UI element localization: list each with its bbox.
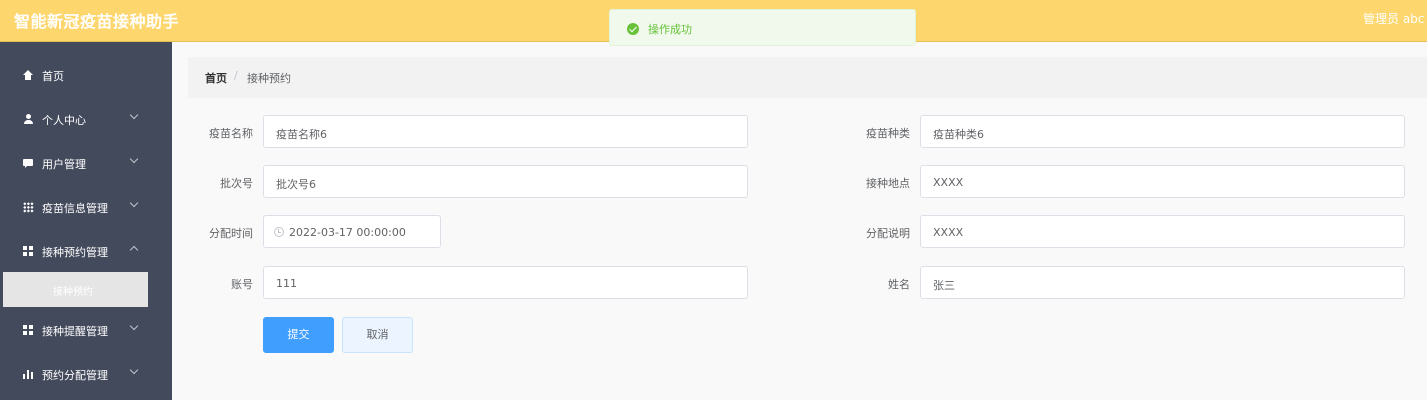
assign-time-picker[interactable]: 2022-03-17 00:00:00 [263,215,441,248]
sidebar-subitem-appointment[interactable]: 接种预约 [3,272,148,307]
chevron-down-icon [129,198,139,208]
vaccine-name-value: 疫苗名称6 [276,128,327,141]
batch-no-value: 批次号6 [276,178,316,191]
breadcrumb-separator: / [234,69,238,82]
sidebar-item-label: 用户管理 [42,158,86,171]
sidebar-item-personal-center[interactable]: 个人中心 [0,97,172,141]
assign-note-label: 分配说明 [866,227,910,240]
toast-message: 操作成功 [648,23,692,36]
sidebar-item-label: 个人中心 [42,114,86,127]
sidebar-item-label: 预约分配管理 [42,369,108,382]
vaccine-type-input[interactable]: 疫苗种类6 [920,115,1405,148]
sidebar-item-user-management[interactable]: 用户管理 [0,141,172,185]
account-value: 111 [276,277,297,290]
account-input[interactable]: 111 [263,266,748,299]
name-input[interactable]: 张三 [920,266,1405,299]
breadcrumb-current: 接种预约 [247,72,291,85]
apps-icon [23,325,34,336]
sidebar-item-vaccine-info[interactable]: 疫苗信息管理 [0,185,172,229]
vaccine-type-label: 疫苗种类 [866,127,910,140]
sidebar-item-appointment-management[interactable]: 接种预约管理 [0,229,172,273]
sidebar-item-label: 疫苗信息管理 [42,202,108,215]
assign-time-label: 分配时间 [209,227,253,240]
name-label: 姓名 [888,278,910,291]
chevron-down-icon [129,154,139,164]
clock-icon [274,227,284,237]
submit-button[interactable]: 提交 [263,317,334,353]
sidebar-item-label: 接种预约管理 [42,246,108,259]
cancel-button[interactable]: 取消 [342,317,413,353]
sidebar-item-home[interactable]: 首页 [0,53,172,97]
user-menu[interactable]: 管理员 abc [1363,10,1424,27]
apps-icon [23,246,34,257]
check-circle-icon [627,23,639,35]
breadcrumb-home[interactable]: 首页 [205,70,227,86]
batch-no-label: 批次号 [220,177,253,190]
breadcrumb: 首页 / 接种预约 [188,57,1427,98]
chevron-down-icon [129,321,139,331]
vaccine-type-value: 疫苗种类6 [933,128,984,141]
sidebar-item-label: 接种提醒管理 [42,325,108,338]
assign-note-input[interactable]: XXXX [920,215,1405,248]
vaccine-name-input[interactable]: 疫苗名称6 [263,115,748,148]
user-icon [23,114,34,125]
location-value: XXXX [933,176,964,189]
location-input[interactable]: XXXX [920,165,1405,198]
assign-time-value: 2022-03-17 00:00:00 [289,226,406,239]
success-toast: 操作成功 [609,9,916,46]
chevron-up-icon [129,245,139,255]
batch-no-input[interactable]: 批次号6 [263,165,748,198]
location-label: 接种地点 [866,177,910,190]
vaccine-name-label: 疫苗名称 [209,127,253,140]
grid-icon [23,202,34,213]
name-value: 张三 [933,279,955,292]
sidebar: 首页 个人中心 用户管理 疫苗信息管理 接种预约管理 接种预约 接种提醒管理 预… [0,42,172,400]
chevron-down-icon [129,365,139,375]
sidebar-subitem-label: 接种预约 [53,287,93,298]
chat-icon [23,158,34,169]
assign-note-value: XXXX [933,226,964,239]
sidebar-item-label: 首页 [42,70,64,83]
chevron-down-icon [129,110,139,120]
sidebar-item-reminder-management[interactable]: 接种提醒管理 [0,308,172,352]
app-title: 智能新冠疫苗接种助手 [14,12,180,31]
sidebar-item-allocation-management[interactable]: 预约分配管理 [0,352,172,396]
bar-chart-icon [23,369,34,380]
account-label: 账号 [231,278,253,291]
